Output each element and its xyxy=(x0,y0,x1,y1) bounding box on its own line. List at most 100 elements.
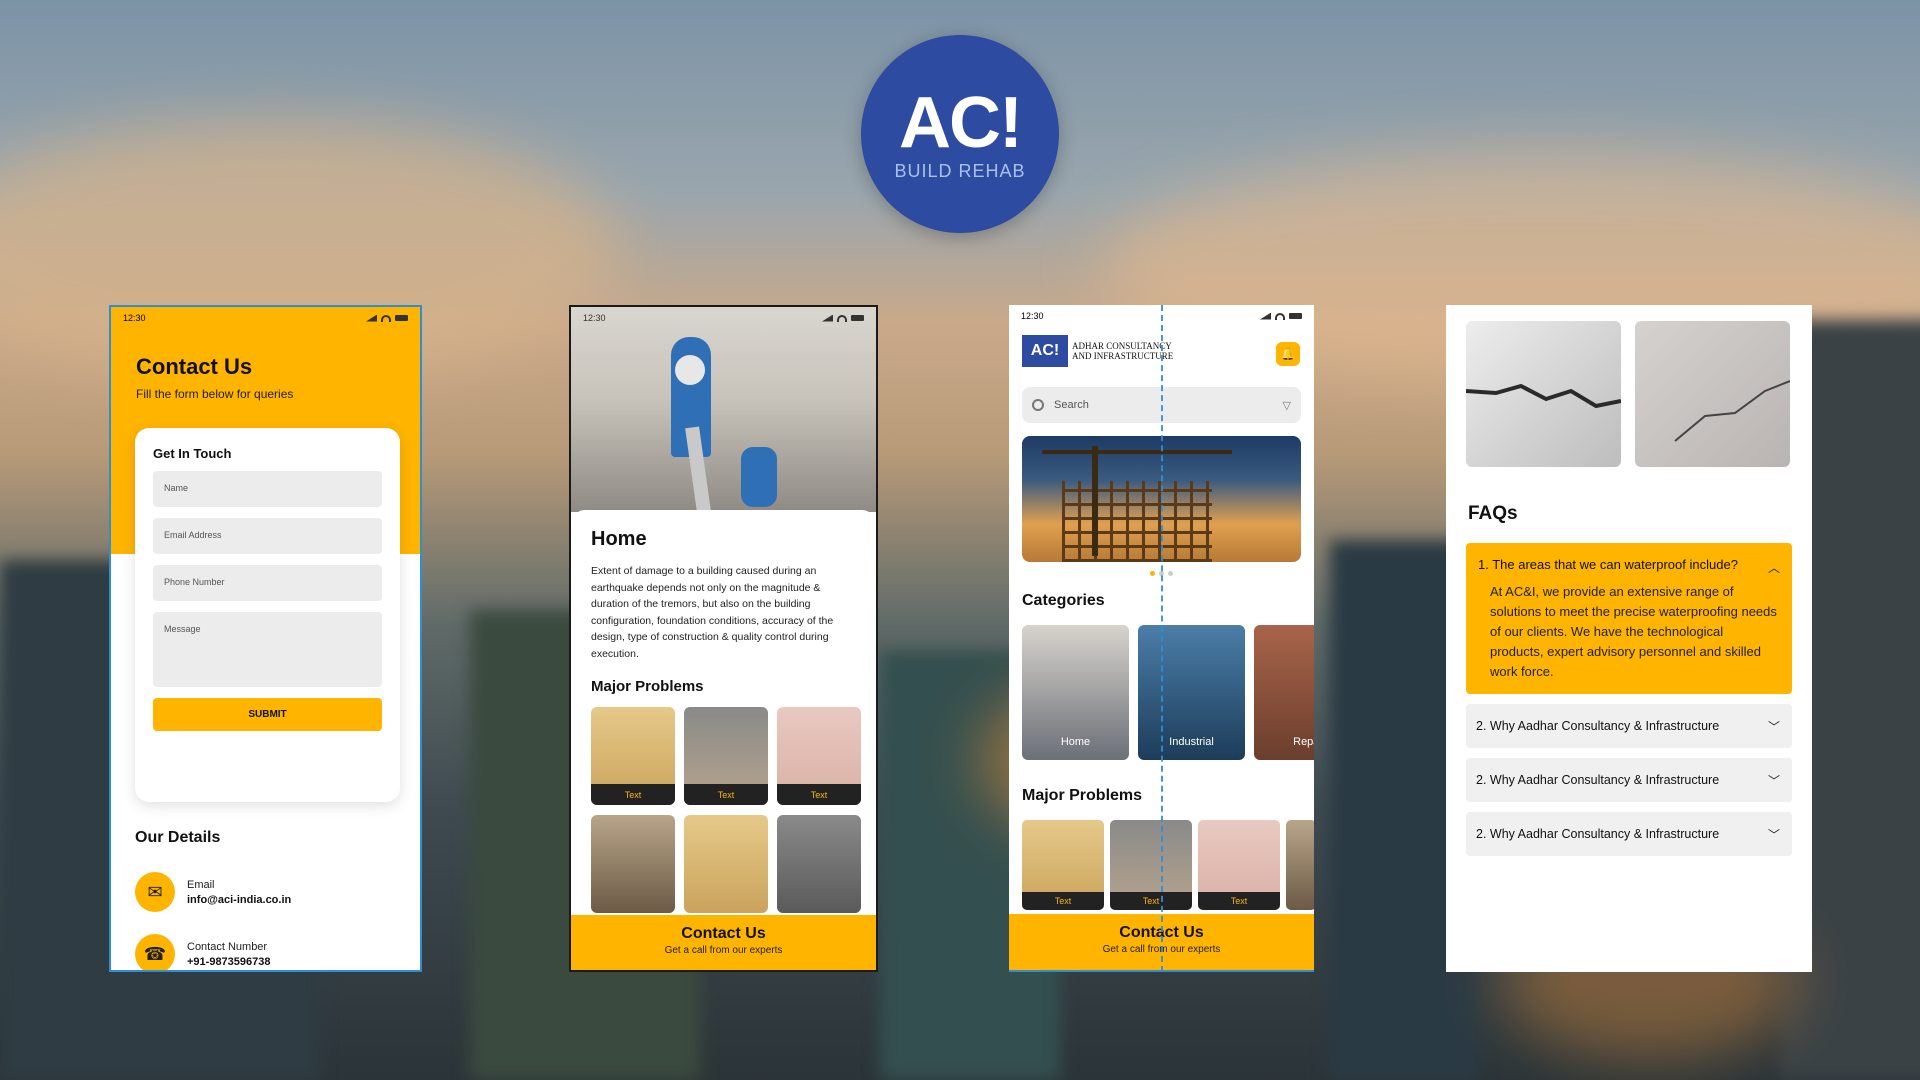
logo-mark: AC! xyxy=(899,82,1023,163)
wifi-icon xyxy=(381,314,391,322)
name-field[interactable]: Name xyxy=(153,471,382,507)
problem-label: Text xyxy=(1198,892,1280,910)
wifi-icon xyxy=(1275,312,1285,320)
brand-logo: AC! BUILD REHAB xyxy=(861,35,1059,233)
submit-button[interactable]: SUBMIT xyxy=(153,698,382,731)
contact-bar-title: Contact Us xyxy=(681,925,766,942)
problem-card[interactable] xyxy=(1286,820,1314,910)
section-title: Major Problems xyxy=(591,678,704,695)
form-title: Get In Touch xyxy=(153,446,232,461)
contact-form: Get In Touch Name Email Address Phone Nu… xyxy=(135,428,400,802)
filter-icon[interactable]: ▽ xyxy=(1283,399,1291,412)
category-card[interactable]: Industrial xyxy=(1138,625,1245,760)
search-icon xyxy=(1032,399,1044,411)
chevron-up-icon: ︿ xyxy=(1767,561,1780,575)
brand-name: ADHAR CONSULTANCY AND INFRASTRUCTURE xyxy=(1072,341,1173,361)
mail-icon: ✉ xyxy=(135,872,175,912)
signal-icon xyxy=(366,314,377,322)
faq-question: 2. Why Aadhar Consultancy & Infrastructu… xyxy=(1476,773,1720,787)
worker-figure xyxy=(741,447,777,507)
faq-question: 1. The areas that we can waterproof incl… xyxy=(1478,557,1738,572)
message-field[interactable]: Message xyxy=(153,612,382,687)
categories-screen: 12:30 AC! ADHAR CONSULTANCY AND INFRASTR… xyxy=(1009,305,1314,972)
crane-jib xyxy=(1042,450,1232,454)
categories-list: Home Industrial Repai xyxy=(1022,625,1314,760)
faq-item[interactable]: 2. Why Aadhar Consultancy & Infrastructu… xyxy=(1466,704,1792,748)
problem-card[interactable]: Text xyxy=(1110,820,1192,910)
problem-card[interactable] xyxy=(684,815,768,913)
phone-icon: ☎ xyxy=(135,934,175,970)
contact-us-bar[interactable]: Contact Us Get a call from our experts xyxy=(571,915,876,970)
faq-screen: FAQs 1. The areas that we can waterproof… xyxy=(1446,305,1812,972)
scaffold-shape xyxy=(1062,481,1212,562)
crack-images xyxy=(1466,321,1792,467)
details-title: Our Details xyxy=(135,829,221,846)
problem-label: Text xyxy=(591,784,675,805)
home-screen: 12:30 Home Extent of damage to a buildin… xyxy=(569,305,878,972)
problem-label: Text xyxy=(684,784,768,805)
status-bar: 12:30 xyxy=(111,307,420,329)
carousel-dot[interactable] xyxy=(1168,571,1173,576)
wall-crack-image xyxy=(1635,321,1790,467)
problem-card[interactable]: Text xyxy=(684,707,768,805)
signal-icon xyxy=(1260,312,1271,320)
carousel-dot[interactable] xyxy=(1150,571,1155,576)
page-title: Home xyxy=(591,528,647,550)
signal-icon xyxy=(822,314,833,322)
description-text: Extent of damage to a building caused du… xyxy=(591,565,834,660)
chevron-down-icon: ﹀ xyxy=(1767,774,1780,788)
problem-card[interactable] xyxy=(777,815,861,913)
section-title: Categories xyxy=(1022,592,1105,609)
page-title: FAQs xyxy=(1468,503,1518,524)
faq-item-open[interactable]: 1. The areas that we can waterproof incl… xyxy=(1466,543,1792,694)
category-label: Repai xyxy=(1293,736,1314,748)
brand-name-line-1: ADHAR CONSULTANCY xyxy=(1072,341,1172,351)
email-value[interactable]: info@aci-india.co.in xyxy=(187,894,291,906)
section-title: Major Problems xyxy=(1022,787,1143,804)
wifi-icon xyxy=(837,314,847,322)
status-bar: 12:30 xyxy=(571,307,876,329)
contact-bar-subtitle: Get a call from our experts xyxy=(664,945,783,956)
header-logo: AC! xyxy=(1022,335,1068,367)
bell-icon[interactable]: 🔔 xyxy=(1276,342,1300,366)
faq-item[interactable]: 2. Why Aadhar Consultancy & Infrastructu… xyxy=(1466,758,1792,802)
hero-image: 12:30 xyxy=(571,307,876,512)
status-time: 12:30 xyxy=(1021,311,1044,321)
search-placeholder: Search xyxy=(1054,399,1089,411)
problems-grid: Text Text Text xyxy=(591,707,861,913)
wall-crack-image xyxy=(1466,321,1621,467)
battery-icon xyxy=(395,315,408,321)
battery-icon xyxy=(851,315,864,321)
chevron-down-icon: ﹀ xyxy=(1767,720,1780,734)
phone-detail: ☎ Contact Number +91-9873596738 xyxy=(135,934,271,970)
faq-item[interactable]: 2. Why Aadhar Consultancy & Infrastructu… xyxy=(1466,812,1792,856)
faq-question: 2. Why Aadhar Consultancy & Infrastructu… xyxy=(1476,827,1720,841)
problem-label: Text xyxy=(1110,892,1192,910)
phone-value[interactable]: +91-9873596738 xyxy=(187,956,271,968)
logo-subtitle: BUILD REHAB xyxy=(894,160,1026,181)
problem-card[interactable]: Text xyxy=(1022,820,1104,910)
home-content: Home Extent of damage to a building caus… xyxy=(571,510,876,970)
phone-field[interactable]: Phone Number xyxy=(153,565,382,601)
problem-label: Text xyxy=(777,784,861,805)
page-subtitle: Fill the form below for queries xyxy=(136,387,294,401)
phone-label: Contact Number xyxy=(187,940,268,953)
email-label: Email xyxy=(187,878,215,891)
problems-list: Text Text Text xyxy=(1022,820,1314,910)
status-time: 12:30 xyxy=(123,313,146,323)
category-label: Industrial xyxy=(1169,736,1214,748)
problem-card[interactable]: Text xyxy=(591,707,675,805)
category-label: Home xyxy=(1060,736,1091,748)
category-card[interactable]: Repai xyxy=(1254,625,1314,760)
contact-screen: 12:30 Contact Us Fill the form below for… xyxy=(109,305,422,972)
chevron-down-icon: ﹀ xyxy=(1767,828,1780,842)
problem-card[interactable] xyxy=(591,815,675,913)
email-field[interactable]: Email Address xyxy=(153,518,382,554)
problem-label: Text xyxy=(1022,892,1104,910)
problem-card[interactable]: Text xyxy=(777,707,861,805)
battery-icon xyxy=(1289,313,1302,319)
category-card[interactable]: Home xyxy=(1022,625,1129,760)
layout-guide xyxy=(1161,305,1163,972)
crane-mast xyxy=(1092,446,1098,556)
problem-card[interactable]: Text xyxy=(1198,820,1280,910)
